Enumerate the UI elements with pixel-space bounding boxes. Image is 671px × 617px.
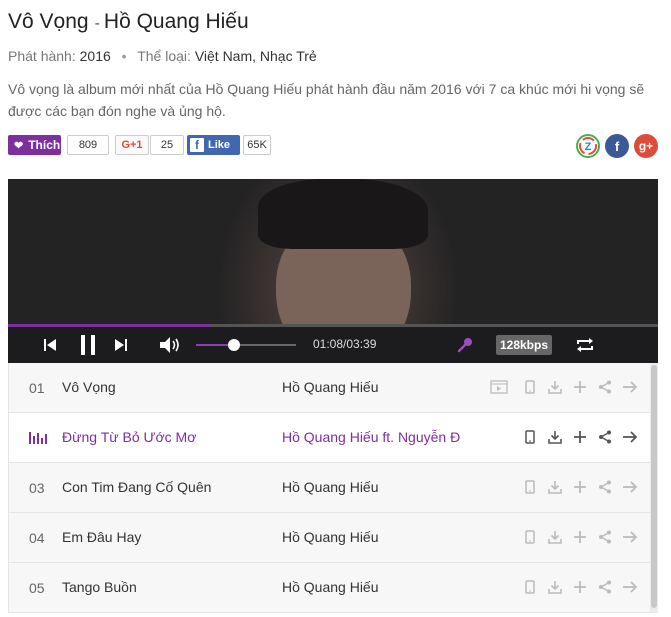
volume-slider[interactable] xyxy=(196,339,296,351)
audio-player: 01:08/03:39 128kbps xyxy=(8,179,658,363)
track-list: 01 Vô Vọng Hồ Quang Hiếu Đừng Từ Bỏ Ước Mơ H… xyxy=(8,363,658,613)
track-artist[interactable]: Hồ Quang Hiếu xyxy=(282,379,379,395)
like-count: 809 xyxy=(67,135,109,155)
track-row[interactable]: 01 Vô Vọng Hồ Quang Hiếu xyxy=(9,363,650,413)
track-actions xyxy=(481,377,642,397)
facebook-like-label: Like xyxy=(208,139,231,151)
next-icon[interactable] xyxy=(111,336,131,354)
track-actions xyxy=(517,477,642,497)
track-artist[interactable]: Hồ Quang Hiếu xyxy=(282,529,379,545)
mobile-icon[interactable] xyxy=(517,477,542,497)
meta-dot: • xyxy=(121,48,127,64)
bitrate-button[interactable]: 128kbps xyxy=(496,335,552,355)
volume-knob[interactable] xyxy=(228,339,240,351)
forward-arrow-icon[interactable] xyxy=(617,577,642,597)
share-icon[interactable] xyxy=(592,577,617,597)
share-icon[interactable] xyxy=(592,427,617,447)
album-artist-link[interactable]: Hồ Quang Hiếu xyxy=(104,10,249,33)
playlist-scrollbar[interactable] xyxy=(650,363,658,613)
equalizer-bar xyxy=(33,436,35,444)
add-icon[interactable] xyxy=(567,477,592,497)
track-number: 01 xyxy=(29,380,45,396)
music-video-icon[interactable] xyxy=(481,377,517,397)
download-icon[interactable] xyxy=(542,377,567,397)
track-number: 04 xyxy=(29,530,45,546)
volume-icon[interactable] xyxy=(158,335,184,355)
time-display: 01:08/03:39 xyxy=(313,337,377,351)
artist-photo-hair xyxy=(258,179,428,249)
track-row[interactable]: 03 Con Tim Đang Cố Quên Hồ Quang Hiếu xyxy=(9,463,650,513)
forward-arrow-icon[interactable] xyxy=(617,527,642,547)
like-button[interactable]: ❤ Thích xyxy=(8,135,61,155)
previous-icon[interactable] xyxy=(40,336,60,354)
genre-links[interactable]: Việt Nam, Nhạc Trẻ xyxy=(195,48,317,64)
zing-share-icon[interactable]: Z xyxy=(576,134,600,158)
track-actions xyxy=(517,427,642,447)
album-meta: Phát hành: 2016 • Thể loại: Việt Nam, Nh… xyxy=(8,48,317,64)
genre-label: Thể loại: xyxy=(137,48,191,64)
share-icon[interactable] xyxy=(592,377,617,397)
share-icon[interactable] xyxy=(592,527,617,547)
gplus-button[interactable]: G+1 xyxy=(115,135,149,155)
player-controls: 01:08/03:39 128kbps xyxy=(8,327,658,363)
repeat-icon[interactable] xyxy=(574,335,596,355)
add-icon[interactable] xyxy=(567,377,592,397)
heart-icon: ❤ xyxy=(14,139,24,152)
track-title[interactable]: Con Tim Đang Cố Quên xyxy=(62,479,211,495)
download-icon[interactable] xyxy=(542,577,567,597)
album-description: Vô vọng là album mới nhất của Hồ Quang H… xyxy=(8,81,645,119)
track-artist[interactable]: Hồ Quang Hiếu ft. Nguyễn Đ xyxy=(282,429,460,445)
facebook-like-button[interactable]: f Like xyxy=(187,135,240,155)
track-row[interactable]: 04 Em Đâu Hay Hồ Quang Hiếu xyxy=(9,513,650,563)
forward-arrow-icon[interactable] xyxy=(617,377,642,397)
equalizer-bar xyxy=(29,432,31,444)
add-icon[interactable] xyxy=(567,427,592,447)
mobile-icon[interactable] xyxy=(517,427,542,447)
gplus-count: 25 xyxy=(150,135,184,155)
mobile-icon[interactable] xyxy=(517,377,542,397)
track-actions xyxy=(517,577,642,597)
equalizer-bar xyxy=(41,438,43,444)
forward-arrow-icon[interactable] xyxy=(617,477,642,497)
social-bar: ❤ Thích 809 G+1 25 f Like 65K Z f g+ xyxy=(8,134,663,158)
track-title[interactable]: Tango Buồn xyxy=(62,579,137,595)
title-separator: - xyxy=(94,15,100,32)
add-icon[interactable] xyxy=(567,527,592,547)
track-title[interactable]: Vô Vọng xyxy=(62,379,116,395)
equalizer-bar xyxy=(45,434,47,444)
download-icon[interactable] xyxy=(542,427,567,447)
forward-arrow-icon[interactable] xyxy=(617,427,642,447)
track-artist[interactable]: Hồ Quang Hiếu xyxy=(282,479,379,495)
add-icon[interactable] xyxy=(567,577,592,597)
karaoke-mic-icon[interactable] xyxy=(455,335,475,355)
download-icon[interactable] xyxy=(542,477,567,497)
equalizer-bar xyxy=(37,433,39,444)
svg-text:Z: Z xyxy=(585,141,592,153)
release-label: Phát hành: xyxy=(8,48,76,64)
album-title: Vô Vọng xyxy=(8,10,89,33)
share-icon[interactable] xyxy=(592,477,617,497)
facebook-icon: f xyxy=(190,138,204,152)
download-icon[interactable] xyxy=(542,527,567,547)
pause-icon[interactable] xyxy=(76,332,100,358)
track-artist[interactable]: Hồ Quang Hiếu xyxy=(282,579,379,595)
track-title[interactable]: Đừng Từ Bỏ Ước Mơ xyxy=(62,429,196,445)
track-title[interactable]: Em Đâu Hay xyxy=(62,529,141,545)
release-year: 2016 xyxy=(79,48,111,64)
track-number: 05 xyxy=(29,580,45,596)
equalizer-playing-icon xyxy=(29,432,47,444)
like-label: Thích xyxy=(28,138,61,152)
track-actions xyxy=(517,527,642,547)
google-plus-share-icon[interactable]: g+ xyxy=(634,134,658,158)
playlist-scroll-thumb[interactable] xyxy=(651,365,657,608)
track-row[interactable]: Đừng Từ Bỏ Ước Mơ Hồ Quang Hiếu ft. Nguyễ… xyxy=(9,413,650,463)
facebook-like-count: 65K xyxy=(243,135,271,155)
album-title-line: Vô Vọng - Hồ Quang Hiếu xyxy=(8,10,249,34)
mobile-icon[interactable] xyxy=(517,527,542,547)
track-row[interactable]: 05 Tango Buồn Hồ Quang Hiếu xyxy=(9,563,650,613)
facebook-share-icon[interactable]: f xyxy=(605,134,629,158)
mobile-icon[interactable] xyxy=(517,577,542,597)
track-number: 03 xyxy=(29,480,45,496)
